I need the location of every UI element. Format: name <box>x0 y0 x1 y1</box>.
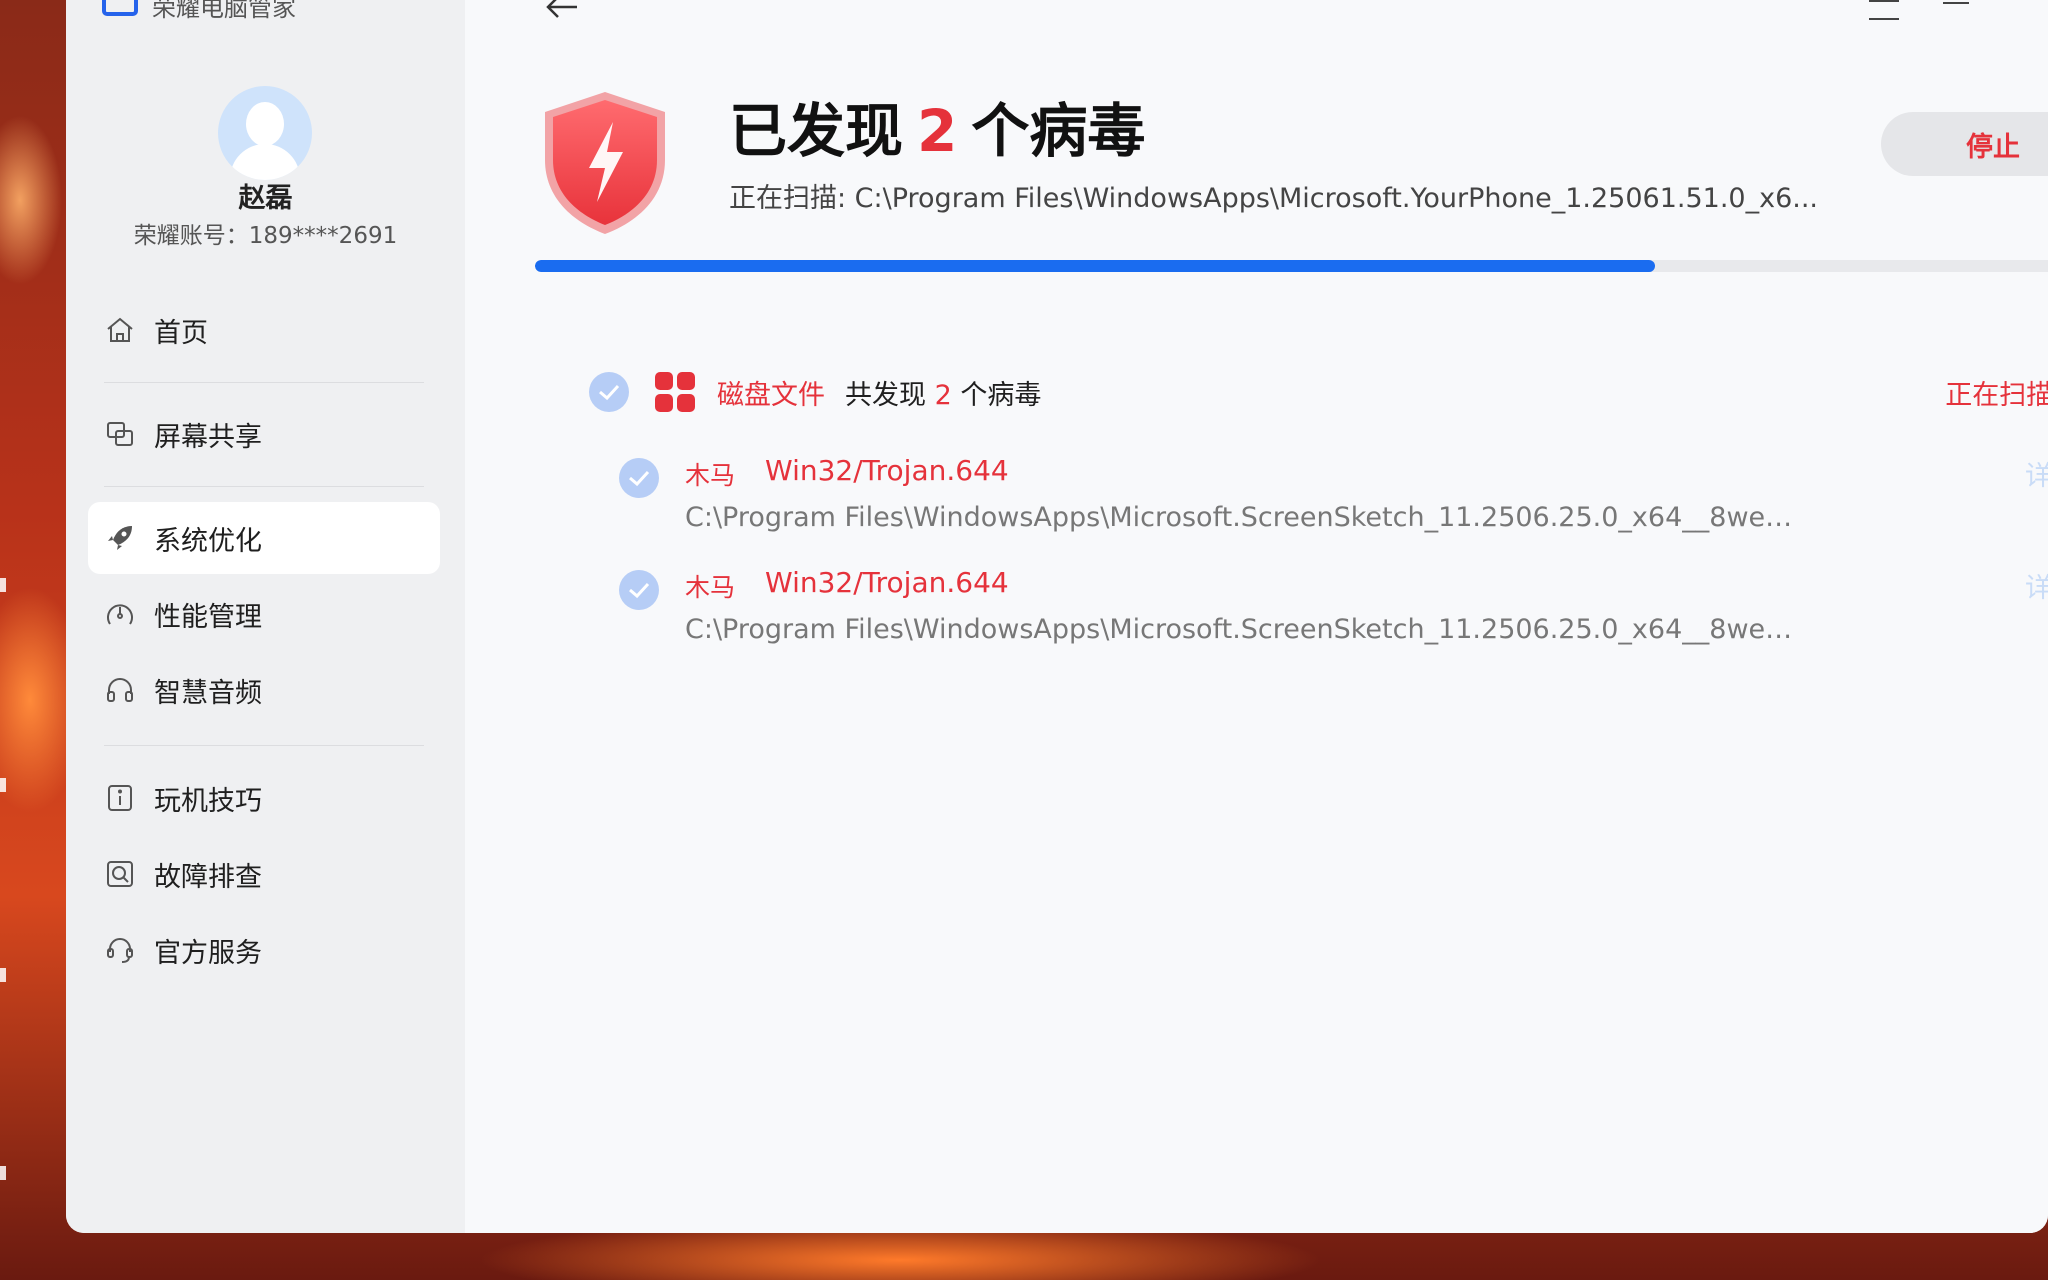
stop-button[interactable]: 停止 <box>1881 112 2048 176</box>
threat-path: C:\Program Files\WindowsApps\Microsoft.S… <box>685 614 1805 645</box>
sidebar-item-home[interactable]: 首页 <box>88 294 440 366</box>
app-logo-icon <box>102 0 138 16</box>
divider <box>104 382 424 383</box>
threat-row[interactable]: 木马 Win32/Trojan.644 C:\Program Files\Win… <box>619 452 2048 562</box>
disk-files-section[interactable]: 磁盘文件 共发现 2 个病毒 正在扫描... <box>589 370 2048 414</box>
threat-detail-link[interactable]: 详情 <box>2025 566 2048 605</box>
scan-headline: 已发现 2 个病毒 <box>729 84 1145 168</box>
section-count: 2 <box>934 379 952 411</box>
gauge-icon <box>104 598 136 630</box>
user-account: 荣耀账号：189****2691 <box>66 216 465 250</box>
sidebar: 荣耀电脑管家 赵磊 荣耀账号：189****2691 首页 屏幕共享 系统优化 <box>66 0 465 1233</box>
shield-alert-icon <box>541 90 669 236</box>
threat-check-icon[interactable] <box>619 458 659 498</box>
threat-type: 木马 <box>685 573 736 602</box>
back-arrow-icon[interactable] <box>545 0 579 20</box>
sidebar-item-label: 屏幕共享 <box>154 421 262 453</box>
section-summary: 共发现 2 个病毒 <box>845 373 1041 412</box>
sidebar-item-label: 玩机技巧 <box>154 785 262 817</box>
threat-row[interactable]: 木马 Win32/Trojan.644 C:\Program Files\Win… <box>619 564 2048 674</box>
headline-suffix: 个病毒 <box>971 97 1146 165</box>
desktop-icon-fragment <box>0 778 6 792</box>
headset-icon <box>104 934 136 966</box>
threat-name: Win32/Trojan.644 <box>765 454 1009 487</box>
divider <box>104 486 424 487</box>
threat-check-icon[interactable] <box>619 570 659 610</box>
menu-icon[interactable] <box>1869 0 1899 20</box>
section-status: 正在扫描... <box>1945 379 2048 411</box>
desktop-icon-fragment <box>0 968 6 982</box>
sidebar-item-label: 故障排查 <box>154 861 262 893</box>
app-title: 荣耀电脑管家 <box>152 0 296 22</box>
sidebar-item-label: 首页 <box>154 317 208 349</box>
summary-prefix: 共发现 <box>845 379 926 411</box>
sidebar-item-official-service[interactable]: 官方服务 <box>88 914 440 986</box>
desktop-icon-fragment <box>0 578 6 592</box>
sidebar-item-smart-audio[interactable]: 智慧音频 <box>88 654 440 726</box>
headphones-icon <box>104 674 136 706</box>
sidebar-item-screen-share[interactable]: 屏幕共享 <box>88 398 440 470</box>
rocket-icon <box>104 522 136 554</box>
threat-detail-link[interactable]: 详情 <box>2025 454 2048 493</box>
sidebar-item-troubleshoot[interactable]: 故障排查 <box>88 838 440 910</box>
threat-type: 木马 <box>685 461 736 490</box>
account-label: 荣耀账号： <box>133 223 249 249</box>
search-doc-icon <box>104 858 136 890</box>
virus-count: 2 <box>917 97 958 165</box>
threat-name: Win32/Trojan.644 <box>765 566 1009 599</box>
main-panel: 已发现 2 个病毒 正在扫描: C:\Program Files\WindowsAp… <box>465 0 2048 1233</box>
sidebar-item-performance[interactable]: 性能管理 <box>88 578 440 650</box>
divider <box>104 745 424 746</box>
home-icon <box>104 314 136 346</box>
screen-share-icon <box>104 418 136 450</box>
account-number: 189****2691 <box>248 223 398 249</box>
section-title: 磁盘文件 <box>717 379 825 411</box>
sidebar-item-system-optimize[interactable]: 系统优化 <box>88 502 440 574</box>
app-window: 荣耀电脑管家 赵磊 荣耀账号：189****2691 首页 屏幕共享 系统优化 <box>66 0 2048 1233</box>
sidebar-item-label: 智慧音频 <box>154 677 262 709</box>
headline-prefix: 已发现 <box>729 97 904 165</box>
scan-progress-fill <box>535 260 1655 272</box>
sidebar-item-label: 系统优化 <box>154 525 262 557</box>
summary-suffix: 个病毒 <box>960 379 1042 411</box>
disk-grid-icon <box>655 372 695 412</box>
current-scan-path: 正在扫描: C:\Program Files\WindowsApps\Micro… <box>729 183 1818 214</box>
avatar[interactable] <box>218 86 312 180</box>
section-check-icon[interactable] <box>589 372 629 412</box>
user-name: 赵磊 <box>238 183 293 214</box>
sidebar-item-label: 官方服务 <box>154 937 262 969</box>
minimize-icon[interactable] <box>1943 2 1969 4</box>
scan-progress-bar <box>535 260 2048 272</box>
threat-path: C:\Program Files\WindowsApps\Microsoft.S… <box>685 502 1805 533</box>
sidebar-item-tips[interactable]: 玩机技巧 <box>88 762 440 834</box>
info-icon <box>104 782 136 814</box>
sidebar-item-label: 性能管理 <box>154 601 262 633</box>
desktop-icon-fragment <box>0 1166 6 1180</box>
